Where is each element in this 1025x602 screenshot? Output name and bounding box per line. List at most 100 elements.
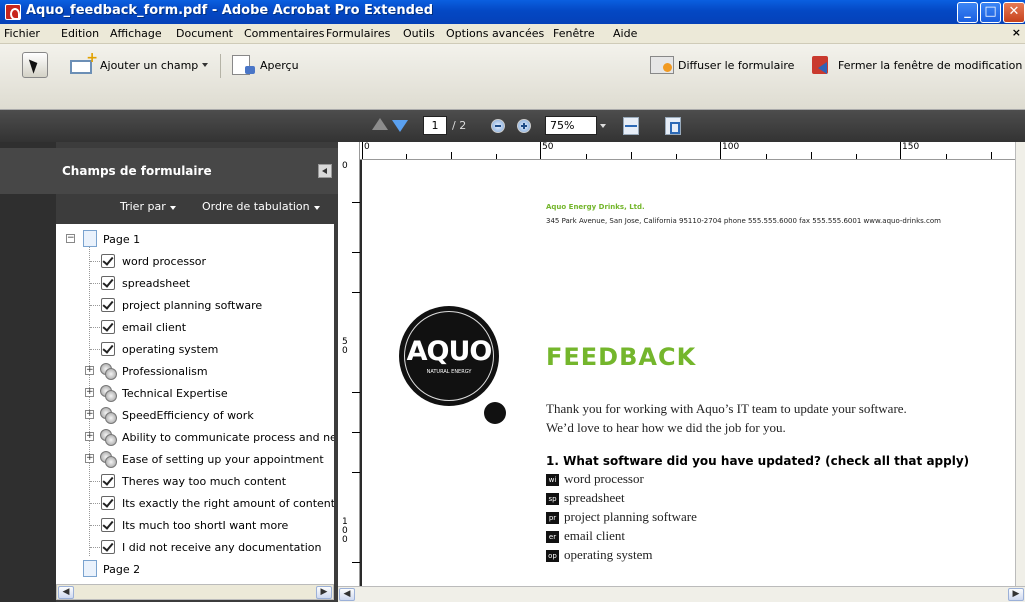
- zoom-level-input[interactable]: 75%: [545, 116, 597, 135]
- previous-page-icon[interactable]: [372, 118, 388, 130]
- expand-icon[interactable]: +: [85, 410, 94, 419]
- logo-drop-icon: [484, 402, 506, 424]
- tree-horizontal-scrollbar[interactable]: ◀ ▶: [56, 584, 334, 600]
- page-icon: [83, 560, 97, 577]
- intro-text: Thank you for working with Aquo’s IT tea…: [546, 401, 907, 435]
- page-number-input[interactable]: 1: [423, 116, 447, 135]
- chevron-down-icon: [313, 206, 320, 210]
- radio-group-icon: [100, 363, 117, 380]
- minimize-button[interactable]: _: [957, 2, 978, 23]
- checkbox-field[interactable]: sp: [546, 493, 559, 505]
- acrobat-icon: [5, 4, 21, 20]
- menu-fenetre[interactable]: Fenêtre: [553, 27, 595, 40]
- checkbox-field[interactable]: op: [546, 550, 559, 562]
- vertical-ruler: 0 5 0 1 0 0: [338, 142, 360, 586]
- menu-formulaires[interactable]: Formulaires: [326, 27, 390, 40]
- form-fields-panel: Champs de formulaire Trier par Ordre de …: [0, 142, 338, 602]
- close-edit-button[interactable]: Fermer la fenêtre de modification: [810, 54, 1022, 76]
- fields-tree: − Page 1 word processor spreadsheet proj…: [56, 224, 334, 584]
- select-tool-button[interactable]: [22, 52, 48, 78]
- tree-item-checkbox[interactable]: project planning software: [56, 294, 334, 316]
- fit-page-icon[interactable]: [665, 117, 681, 135]
- toolbar: Ajouter un champ Aperçu Diffuser le form…: [0, 44, 1025, 110]
- checkbox-field-icon: [101, 518, 115, 532]
- zoom-in-icon[interactable]: [517, 119, 531, 133]
- distribute-form-button[interactable]: Diffuser le formulaire: [650, 54, 794, 76]
- checkbox-field-icon: [101, 496, 115, 510]
- menu-affichage[interactable]: Affichage: [110, 27, 162, 40]
- tree-item-radio-group[interactable]: + Technical Expertise: [56, 382, 334, 404]
- horizontal-ruler: 0 50 100 150: [360, 142, 1015, 160]
- menu-aide[interactable]: Aide: [613, 27, 637, 40]
- menu-commentaires[interactable]: Commentaires: [244, 27, 324, 40]
- collapse-panel-button[interactable]: [318, 164, 332, 178]
- document-horizontal-scrollbar[interactable]: ◀ ▶: [338, 586, 1025, 602]
- close-document-icon[interactable]: ×: [1012, 26, 1021, 39]
- menu-bar: Fichier Edition Affichage Document Comme…: [0, 24, 1025, 44]
- menu-edition[interactable]: Edition: [61, 27, 99, 40]
- document-page: Aquo Energy Drinks, Ltd. 345 Park Avenue…: [360, 160, 1015, 588]
- expand-icon[interactable]: +: [85, 432, 94, 441]
- tree-item-checkbox[interactable]: I did not receive any documentation: [56, 536, 334, 558]
- document-vertical-scrollbar[interactable]: [1015, 142, 1025, 586]
- tree-item-radio-group[interactable]: + SpeedEfficiency of work: [56, 404, 334, 426]
- checkbox-field[interactable]: pr: [546, 512, 559, 524]
- expand-icon[interactable]: +: [85, 454, 94, 463]
- checkbox-field-icon: [101, 540, 115, 554]
- close-window-button[interactable]: ✕: [1003, 2, 1025, 23]
- preview-icon: [232, 55, 255, 75]
- window-title: Aquo_feedback_form.pdf - Adobe Acrobat P…: [26, 3, 434, 18]
- tree-item-page-1[interactable]: − Page 1: [56, 228, 334, 250]
- preview-button[interactable]: Aperçu: [232, 54, 299, 76]
- aquo-logo: AQUO NATURAL ENERGY: [399, 306, 499, 406]
- menu-outils[interactable]: Outils: [403, 27, 435, 40]
- checkbox-field[interactable]: wi: [546, 474, 559, 486]
- fit-width-icon[interactable]: [623, 117, 639, 135]
- tree-item-checkbox[interactable]: email client: [56, 316, 334, 338]
- page-total: / 2: [452, 119, 467, 132]
- tree-item-checkbox[interactable]: spreadsheet: [56, 272, 334, 294]
- tab-order-menu[interactable]: Ordre de tabulation: [202, 200, 320, 213]
- add-field-icon: [70, 50, 98, 74]
- tree-item-checkbox[interactable]: word processor: [56, 250, 334, 272]
- expand-icon[interactable]: +: [85, 388, 94, 397]
- tree-item-checkbox[interactable]: Its exactly the right amount of content: [56, 492, 334, 514]
- scroll-right-icon[interactable]: ▶: [316, 586, 332, 599]
- feedback-heading: FEEDBACK: [546, 343, 697, 371]
- tree-item-checkbox[interactable]: operating system: [56, 338, 334, 360]
- navigation-panel-rail: [0, 142, 56, 602]
- tree-item-radio-group[interactable]: + Ability to communicate process and nex…: [56, 426, 334, 448]
- tree-item-radio-group[interactable]: + Professionalism: [56, 360, 334, 382]
- chevron-down-icon: [169, 206, 176, 210]
- scroll-right-icon[interactable]: ▶: [1008, 588, 1024, 601]
- checkbox-field-icon: [101, 474, 115, 488]
- navigation-bar: 1 / 2 75%: [0, 110, 1025, 142]
- checkbox-field-icon: [101, 320, 115, 334]
- question-1: 1. What software did you have updated? (…: [546, 454, 970, 468]
- sort-by-menu[interactable]: Trier par: [120, 200, 176, 213]
- company-name: Aquo Energy Drinks, Ltd.: [546, 203, 645, 211]
- tree-item-checkbox[interactable]: Theres way too much content: [56, 470, 334, 492]
- menu-document[interactable]: Document: [176, 27, 233, 40]
- zoom-out-icon[interactable]: [491, 119, 505, 133]
- next-page-icon[interactable]: [392, 120, 408, 132]
- maximize-button[interactable]: □: [980, 2, 1001, 23]
- scroll-left-icon[interactable]: ◀: [58, 586, 74, 599]
- radio-group-icon: [100, 407, 117, 424]
- radio-group-icon: [100, 385, 117, 402]
- menu-fichier[interactable]: Fichier: [4, 27, 40, 40]
- zoom-dropdown-icon[interactable]: [600, 124, 606, 128]
- radio-group-icon: [100, 429, 117, 446]
- tree-item-page-2[interactable]: Page 2: [56, 558, 334, 580]
- add-field-button[interactable]: Ajouter un champ: [70, 50, 209, 76]
- tree-item-checkbox[interactable]: Its much too shortI want more: [56, 514, 334, 536]
- checkbox-field[interactable]: er: [546, 531, 559, 543]
- panel-header: Champs de formulaire: [0, 148, 338, 194]
- scroll-left-icon[interactable]: ◀: [339, 588, 355, 601]
- collapse-icon[interactable]: −: [66, 234, 75, 243]
- expand-icon[interactable]: +: [85, 366, 94, 375]
- chevron-down-icon: [202, 63, 209, 67]
- tree-item-radio-group[interactable]: + Ease of setting up your appointment: [56, 448, 334, 470]
- menu-options-avancees[interactable]: Options avancées: [446, 27, 544, 40]
- panel-title: Champs de formulaire: [62, 164, 212, 178]
